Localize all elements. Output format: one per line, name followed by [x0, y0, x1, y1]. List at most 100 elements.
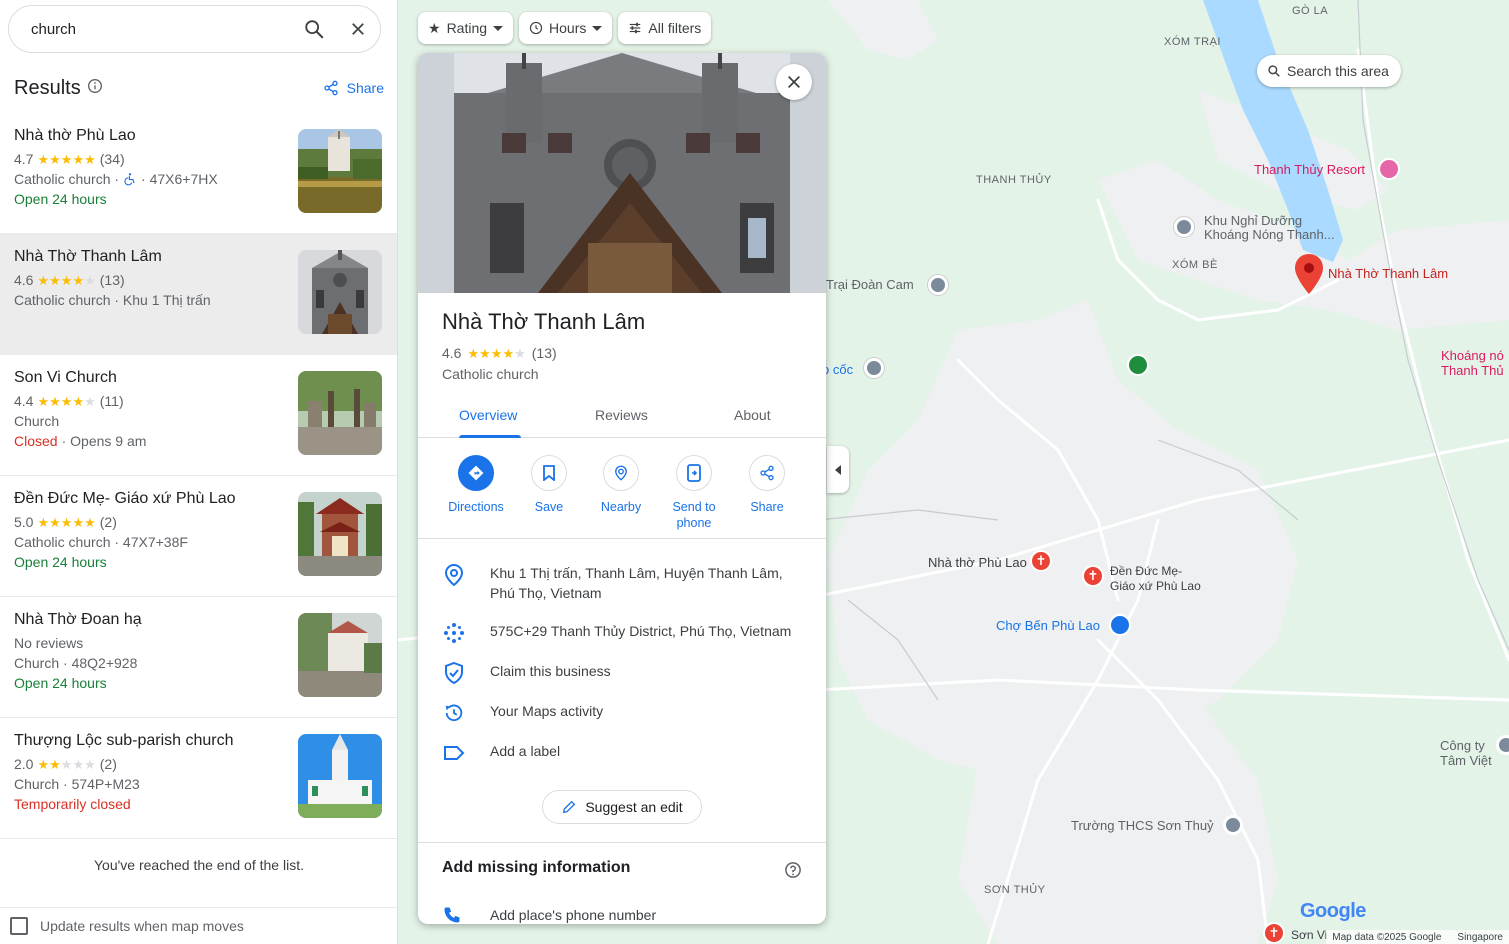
bookmark-icon	[531, 455, 567, 491]
result-photo[interactable]	[298, 492, 382, 576]
star-icon: ★	[479, 345, 491, 361]
star-icon: ★	[467, 345, 480, 361]
tab-about[interactable]: About	[734, 407, 771, 423]
list-item[interactable]: Son Vi Church 4.4 ★ ★ ★ ★ ★ (11) Church Clos…	[0, 355, 397, 476]
area-label: XÓM BÈ	[1172, 259, 1218, 271]
poi-label[interactable]: Chợ Bến Phù Lao	[996, 618, 1100, 633]
place-reviews[interactable]: (13)	[532, 345, 557, 361]
poi-label[interactable]: Nhà thờ Phù Lao	[928, 555, 1027, 570]
add-label-row[interactable]: Add a label	[418, 741, 826, 765]
poi-label[interactable]: Nhà Thờ Thanh Lâm	[1328, 266, 1448, 281]
directions-button[interactable]: Directions	[436, 455, 516, 515]
tab-reviews[interactable]: Reviews	[595, 407, 648, 423]
label-icon	[442, 741, 466, 765]
location-pin-icon	[442, 563, 466, 587]
search-icon[interactable]	[292, 7, 336, 51]
shopping-pin-icon[interactable]	[1109, 614, 1131, 636]
list-item[interactable]: Đền Đức Mẹ- Giáo xứ Phù Lao 5.0 ★ ★ ★ ★ ★ (2…	[0, 476, 397, 597]
list-item[interactable]: Thượng Lộc sub-parish church 2.0 ★ ★ ★ ★ ★ (…	[0, 718, 397, 839]
school-pin-icon[interactable]	[1223, 815, 1243, 835]
star-rating: ★ ★ ★ ★ ★	[37, 395, 95, 408]
result-status: Open 24 hours	[14, 554, 107, 570]
add-label-text: Add a label	[490, 743, 561, 759]
add-phone-link[interactable]: Add place's phone number	[490, 907, 656, 923]
poi-label[interactable]: Thanh Thủy Resort	[1254, 162, 1365, 177]
result-status: Temporarily closed	[14, 796, 131, 812]
star-icon: ★	[60, 514, 73, 530]
star-icon: ★	[84, 151, 96, 167]
share-results-button[interactable]: Share	[323, 80, 384, 96]
result-rating: 5.0	[14, 514, 34, 530]
star-icon: ★	[84, 514, 96, 530]
place-category[interactable]: Catholic church	[442, 366, 539, 382]
star-icon: ★	[49, 756, 61, 772]
poi-label: Khoáng nó Thanh Thủ	[1441, 348, 1504, 378]
poi-label: Trại Đoàn Cam	[826, 277, 914, 292]
plus-code-text: 575C+29 Thanh Thủy District, Phú Thọ, Vi…	[490, 623, 792, 639]
place-pin-icon[interactable]	[864, 358, 884, 378]
selected-place-pin-icon[interactable]	[1295, 254, 1323, 294]
claim-business-row[interactable]: Claim this business	[418, 661, 826, 685]
close-icon	[788, 76, 800, 88]
search-box[interactable]: church	[8, 5, 381, 53]
save-button[interactable]: Save	[509, 455, 589, 515]
update-results-toggle[interactable]: Update results when map moves	[0, 907, 397, 944]
hours-filter[interactable]: Hours	[519, 12, 613, 44]
star-icon: ★	[49, 272, 61, 288]
share-place-button[interactable]: Share	[727, 455, 807, 515]
place-tabs: Overview Reviews About	[418, 395, 826, 438]
results-list: Nhà thờ Phù Lao 4.7 ★ ★ ★ ★ ★ (34) Catholic …	[0, 113, 397, 839]
result-photo[interactable]	[298, 129, 382, 213]
place-pin-icon[interactable]	[928, 275, 948, 295]
plus-code-row[interactable]: 575C+29 Thanh Thủy District, Phú Thọ, Vi…	[418, 621, 826, 645]
result-photo[interactable]	[298, 613, 382, 697]
star-rating: ★ ★ ★ ★ ★	[37, 153, 95, 166]
nearby-icon	[603, 455, 639, 491]
maps-activity-row[interactable]: Your Maps activity	[418, 701, 826, 725]
filter-chips: ★ Rating Hours All filters	[418, 12, 712, 44]
church-pin-icon[interactable]: ✝	[1030, 550, 1052, 572]
place-hero-photo[interactable]	[418, 53, 826, 293]
nearby-button[interactable]: Nearby	[581, 455, 661, 515]
star-icon: ★	[60, 151, 73, 167]
star-icon: ★	[37, 393, 50, 409]
tab-overview[interactable]: Overview	[459, 407, 517, 423]
search-input[interactable]: church	[31, 21, 292, 38]
close-button[interactable]	[776, 64, 812, 100]
info-icon[interactable]	[87, 78, 103, 99]
place-pin-icon[interactable]	[1174, 217, 1194, 237]
park-pin-icon[interactable]	[1127, 354, 1149, 376]
resort-pin-icon[interactable]	[1378, 158, 1400, 180]
result-photo[interactable]	[298, 734, 382, 818]
help-icon[interactable]	[784, 861, 802, 884]
search-this-area-button[interactable]: Search this area	[1257, 55, 1401, 87]
send-to-phone-button[interactable]: Send to phone	[654, 455, 734, 531]
list-item[interactable]: Nhà Thờ Thanh Lâm 4.6 ★ ★ ★ ★ ★ (13) Catholi…	[0, 234, 397, 355]
star-rating: ★ ★ ★ ★ ★	[37, 274, 95, 287]
address-row[interactable]: Khu 1 Thị trấn, Thanh Lâm, Huyện Thanh L…	[418, 563, 826, 607]
clear-search-icon[interactable]	[336, 7, 380, 51]
place-actions: Directions Save Nearby Send to phone Sha…	[418, 439, 826, 539]
suggest-edit-button[interactable]: Suggest an edit	[542, 790, 702, 824]
result-photo[interactable]	[298, 250, 382, 334]
star-icon: ★	[37, 272, 50, 288]
clock-icon	[529, 21, 543, 35]
result-photo[interactable]	[298, 371, 382, 455]
maps-app: church Results Share Nhà thờ Phù Lao 4.7…	[0, 0, 1509, 944]
place-pin-icon[interactable]	[1496, 735, 1509, 755]
church-pin-icon[interactable]: ✝	[1263, 922, 1285, 944]
all-filters-button[interactable]: All filters	[618, 12, 712, 44]
list-item[interactable]: Nhà thờ Phù Lao 4.7 ★ ★ ★ ★ ★ (34) Catholic …	[0, 113, 397, 234]
list-item[interactable]: Nhà Thờ Đoan hạ No reviews Church · 48Q2…	[0, 597, 397, 718]
share-label: Share	[346, 80, 384, 96]
rating-filter[interactable]: ★ Rating	[418, 12, 514, 44]
star-icon: ★	[72, 514, 85, 530]
search-icon	[1268, 65, 1280, 77]
pencil-icon	[563, 800, 576, 814]
collapse-panel-button[interactable]	[827, 446, 849, 493]
update-checkbox[interactable]	[10, 917, 28, 935]
star-icon: ★	[49, 514, 61, 530]
result-reviews: (34)	[99, 151, 125, 167]
active-tab-indicator	[459, 435, 521, 438]
church-pin-icon[interactable]: ✝	[1082, 565, 1104, 587]
